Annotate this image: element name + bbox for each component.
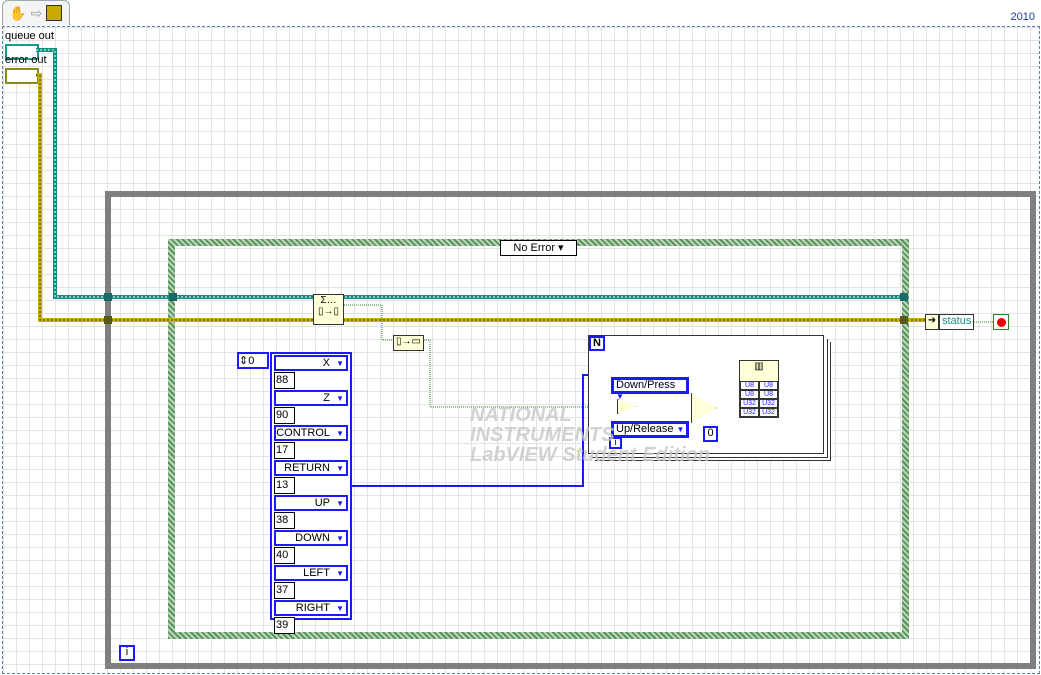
key-enum[interactable]: RETURN [274, 460, 348, 476]
queue-wire [36, 48, 904, 299]
key-code-array[interactable]: X88Z90CONTROL17RETURN13UP38DOWN40LEFT37R… [270, 352, 352, 634]
cluster-element: U32 [759, 399, 778, 408]
key-enum[interactable]: UP [274, 495, 348, 511]
unbundle-node[interactable]: ▯→▭ [393, 335, 424, 351]
wires [36, 48, 994, 487]
key-code[interactable]: 39 [274, 617, 295, 634]
status-arrow-icon: ➜ [925, 314, 939, 330]
watermark: NATIONAL INSTRUMENTS LabVIEW Student Editi… [470, 404, 710, 466]
cluster-icon: ▥ [754, 361, 764, 372]
status-unbundle[interactable]: status [939, 314, 975, 330]
cluster-element: U8 [759, 381, 778, 390]
while-iteration-terminal: i [119, 645, 135, 661]
key-code[interactable]: 40 [274, 547, 295, 564]
cluster-element: U8 [759, 390, 778, 399]
stop-terminal[interactable] [993, 314, 1009, 330]
dequeue-element-node[interactable]: Σ… ▯→▯ [313, 294, 344, 325]
key-enum[interactable]: RIGHT [274, 600, 348, 616]
error-wire [36, 73, 925, 322]
key-enum[interactable]: DOWN [274, 530, 348, 546]
bool-wire [344, 304, 395, 341]
cluster-element: U32 [740, 399, 759, 408]
cluster-element: U32 [740, 408, 759, 417]
key-code[interactable]: 13 [274, 477, 295, 494]
key-enum[interactable]: X [274, 355, 348, 371]
array-index-display[interactable]: ⇕0 [237, 352, 269, 369]
key-enum[interactable]: CONTROL [274, 425, 348, 441]
stop-icon [996, 317, 1006, 327]
cluster-element: U8 [740, 390, 759, 399]
key-code[interactable]: 37 [274, 582, 295, 599]
down-press-constant[interactable]: Down/Press ▼ [611, 377, 689, 401]
cluster-element: U8 [740, 381, 759, 390]
key-code[interactable]: 88 [274, 372, 295, 389]
key-code[interactable]: 90 [274, 407, 295, 424]
cluster-element: U32 [759, 408, 778, 417]
key-enum[interactable]: LEFT [274, 565, 348, 581]
key-code[interactable]: 38 [274, 512, 295, 529]
key-code[interactable]: 17 [274, 442, 295, 459]
bundle-cluster-node[interactable]: ▥ U8 U8 U8 U8 U32 U32 U32 U32 [739, 360, 779, 418]
loop-count-terminal: N [589, 336, 605, 351]
key-enum[interactable]: Z [274, 390, 348, 406]
